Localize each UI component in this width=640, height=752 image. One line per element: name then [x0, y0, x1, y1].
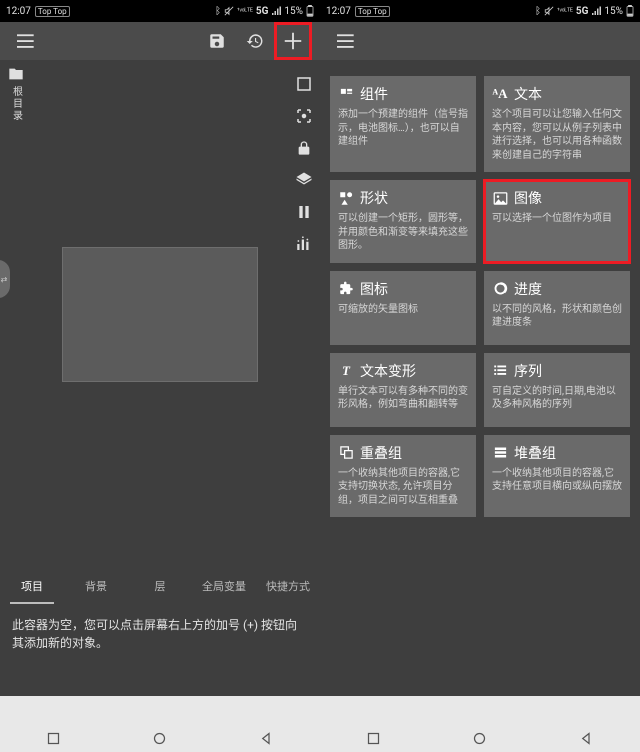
nav-home[interactable]: [472, 731, 487, 746]
card-desc: 可缩放的矢量图标: [338, 303, 468, 317]
editor-pane: 12:07 Top Top ᛒ ¹ᵛᵒᴸᵀᴱ 5G 15%: [0, 0, 320, 696]
status-app-tag: Top Top: [355, 6, 390, 17]
clock: 12:07: [326, 6, 351, 17]
tab-items[interactable]: 项目: [0, 568, 64, 604]
signal-icon: [271, 6, 281, 16]
nav-recents[interactable]: [46, 731, 61, 746]
card-desc: 可以创建一个矩形，圆形等，并用颜色和渐变等来填充这些图形。: [338, 212, 468, 253]
card-title: 图标: [360, 279, 388, 299]
card-title: 文本变形: [360, 361, 416, 381]
tab-background[interactable]: 背景: [64, 568, 128, 604]
card-image[interactable]: 图像 可以选择一个位图作为项目: [484, 180, 630, 263]
tab-shortcuts[interactable]: 快捷方式: [256, 568, 320, 604]
menu-button[interactable]: [328, 22, 366, 60]
folder-icon[interactable]: [7, 66, 25, 82]
card-text[interactable]: ᴬA 文本 这个项目可以让您输入任何文本内容，您可以从例子列表中进行选择，也可以用…: [484, 76, 630, 172]
card-title: 重叠组: [360, 443, 402, 463]
card-desc: 可自定义的时间,日期,电池以及多种风格的序列: [492, 385, 622, 412]
card-title: 形状: [360, 188, 388, 208]
canvas-area[interactable]: [32, 60, 288, 568]
stats-icon[interactable]: [294, 234, 314, 254]
card-desc: 添加一个预建的组件（信号指示，电池图标…），也可以自建组件: [338, 108, 468, 149]
tab-globals[interactable]: 全局变量: [192, 568, 256, 604]
battery-text: 15%: [604, 6, 623, 17]
card-desc: 一个收纳其他项目的容器,它支持任意项目横向或纵向摆放: [492, 467, 622, 494]
save-button[interactable]: [198, 22, 236, 60]
volte-icon: ¹ᵛᵒᴸᵀᴱ: [557, 7, 573, 15]
card-stack[interactable]: 堆叠组 一个收纳其他项目的容器,它支持任意项目横向或纵向摆放: [484, 435, 630, 518]
add-button[interactable]: [274, 22, 312, 60]
card-desc: 一个收纳其他项目的容器,它支持切换状态, 允许项目分组，项目之间可以互相重叠: [338, 467, 468, 508]
bluetooth-icon: ᛒ: [535, 6, 541, 17]
signal-icon: [591, 6, 601, 16]
toolbar: [0, 22, 320, 60]
shape-icon: [338, 190, 354, 206]
status-app-tag: Top Top: [35, 6, 70, 17]
morph-icon: T: [338, 363, 354, 379]
card-desc: 可以选择一个位图作为项目: [492, 212, 622, 226]
select-tool-icon[interactable]: [294, 74, 314, 94]
image-icon: [492, 190, 508, 206]
puzzle-icon: [338, 281, 354, 297]
text-icon: ᴬA: [492, 86, 508, 102]
mute-icon: [544, 6, 554, 16]
toolbar-r: [320, 22, 640, 60]
card-title: 堆叠组: [514, 443, 556, 463]
nav-back[interactable]: [579, 731, 594, 746]
left-rail: 根目录: [0, 60, 32, 568]
status-bar: 12:07 Top Top ᛒ ¹ᵛᵒᴸᵀᴱ 5G 15%: [0, 0, 320, 22]
card-desc: 以不同的风格，形状和颜色创建进度条: [492, 303, 622, 330]
stack-icon: [492, 445, 508, 461]
layers-icon[interactable]: [294, 170, 314, 190]
card-series[interactable]: 序列 可自定义的时间,日期,电池以及多种风格的序列: [484, 353, 630, 427]
lock-icon[interactable]: [294, 138, 314, 158]
network-icon: 5G: [576, 6, 589, 17]
widget-canvas[interactable]: [62, 247, 258, 382]
add-item-pane: 12:07 Top Top ᛒ ¹ᵛᵒᴸᵀᴱ 5G 15% 组件: [320, 0, 640, 696]
mute-icon: [224, 6, 234, 16]
series-icon: [492, 363, 508, 379]
bluetooth-icon: ᛒ: [215, 6, 221, 17]
network-icon: 5G: [256, 6, 269, 17]
card-morph[interactable]: T 文本变形 单行文本可以有多种不同的变形风格，例如弯曲和翻转等: [330, 353, 476, 427]
card-progress[interactable]: 进度 以不同的风格，形状和颜色创建进度条: [484, 271, 630, 345]
card-desc: 单行文本可以有多种不同的变形风格，例如弯曲和翻转等: [338, 385, 468, 412]
system-navbar: [0, 724, 640, 752]
right-rail: [288, 60, 320, 568]
clock: 12:07: [6, 6, 31, 17]
battery-icon: [626, 5, 634, 17]
progress-icon: [492, 281, 508, 297]
battery-icon: [306, 5, 314, 17]
bottom-tabs: 项目 背景 层 全局变量 快捷方式: [0, 568, 320, 604]
card-desc: 这个项目可以让您输入任何文本内容，您可以从例子列表中进行选择，也可以用各种函数来…: [492, 108, 622, 162]
status-bar-r: 12:07 Top Top ᛒ ¹ᵛᵒᴸᵀᴱ 5G 15%: [320, 0, 640, 22]
component-icon: [338, 86, 354, 102]
card-title: 进度: [514, 279, 542, 299]
nav-recents[interactable]: [366, 731, 381, 746]
card-title: 组件: [360, 84, 388, 104]
editor-content: 根目录: [0, 60, 320, 568]
pause-icon[interactable]: [294, 202, 314, 222]
root-label[interactable]: 根目录: [9, 86, 24, 122]
card-component[interactable]: 组件 添加一个预建的组件（信号指示，电池图标…），也可以自建组件: [330, 76, 476, 172]
empty-hint: 此容器为空，您可以点击屏幕右上方的加号 (+) 按钮向其添加新的对象。: [0, 604, 320, 664]
focus-tool-icon[interactable]: [294, 106, 314, 126]
nav-back[interactable]: [259, 731, 274, 746]
nav-home[interactable]: [152, 731, 167, 746]
card-title: 文本: [514, 84, 542, 104]
card-shape[interactable]: 形状 可以创建一个矩形，圆形等，并用颜色和渐变等来填充这些图形。: [330, 180, 476, 263]
battery-text: 15%: [284, 6, 303, 17]
card-icon[interactable]: 图标 可缩放的矢量图标: [330, 271, 476, 345]
card-overlap[interactable]: 重叠组 一个收纳其他项目的容器,它支持切换状态, 允许项目分组，项目之间可以互相…: [330, 435, 476, 518]
history-button[interactable]: [236, 22, 274, 60]
tab-layer[interactable]: 层: [128, 568, 192, 604]
overlap-icon: [338, 445, 354, 461]
volte-icon: ¹ᵛᵒᴸᵀᴱ: [237, 7, 253, 15]
card-title: 图像: [514, 188, 542, 208]
menu-button[interactable]: [8, 22, 46, 60]
item-type-grid: 组件 添加一个预建的组件（信号指示，电池图标…），也可以自建组件 ᴬA 文本 这个…: [320, 60, 640, 533]
card-title: 序列: [514, 361, 542, 381]
